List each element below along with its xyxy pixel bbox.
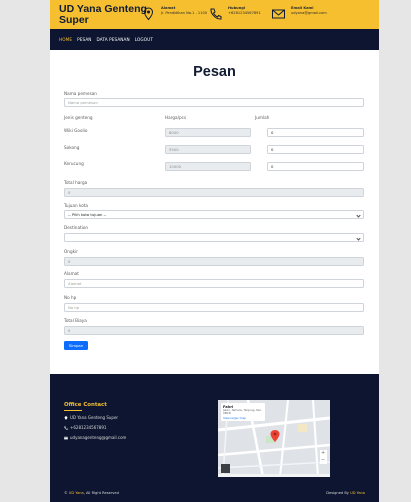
brand-logo[interactable]: UD Yana Genteng Super — [59, 4, 149, 26]
main-nav: Home Pesan Data Pesanan Logout — [59, 37, 153, 42]
tujuan-label: Tujuan kota — [64, 203, 88, 208]
item-name-3: Kerucung — [64, 161, 84, 166]
jenis-header: Jenis genteng — [64, 115, 93, 120]
simpan-button[interactable]: Simpan — [64, 341, 88, 350]
total-harga-label: Total harga — [64, 180, 88, 185]
nama-label: Nama pemesan — [64, 91, 97, 96]
nav-bar: Home Pesan Data Pesanan Logout — [50, 29, 379, 50]
nohp-input[interactable]: No hp — [64, 303, 364, 312]
harga-header: Harga/pcs — [165, 115, 187, 120]
phone-icon — [208, 6, 223, 20]
title-underline — [64, 410, 82, 411]
nav-pesan[interactable]: Pesan — [77, 37, 91, 42]
map-place-address: Jalan, Temera, Tanjung, Kec. ABCD — [223, 408, 263, 416]
ongkir-field: 0 — [64, 257, 364, 266]
map-embed[interactable]: Fahri Jalan, Temera, Tanjung, Kec. ABCD … — [218, 400, 330, 477]
map-zoom-out[interactable]: − — [321, 458, 325, 463]
map-info-card: Fahri Jalan, Temera, Tanjung, Kec. ABCD … — [221, 403, 265, 421]
location-icon — [64, 415, 68, 420]
item-qty-1[interactable]: 0 — [267, 128, 364, 137]
item-price-1: 8000 — [165, 128, 251, 137]
tujuan-select[interactable]: -- Pilih kota tujuan -- — [64, 210, 364, 219]
footer-phone: +6281234567891 — [64, 425, 106, 430]
alamat-input[interactable]: Alamat — [64, 279, 364, 288]
item-qty-2[interactable]: 0 — [267, 145, 364, 154]
total-biaya-label: Total Biaya — [64, 318, 87, 323]
designed-by-brand[interactable]: UD Yana — [350, 491, 365, 495]
top-bar: UD Yana Genteng Super Alamat Jl. Pendidi… — [50, 0, 379, 29]
footer-email: udyanagenteng@gmail.com — [64, 435, 126, 440]
email-text: udyana@gmail.com — [291, 11, 327, 15]
email-icon — [271, 6, 286, 20]
item-name-2: Sokong — [64, 145, 80, 150]
address-text: Jl. Pendidikan No.1 - 1100 — [161, 11, 208, 15]
location-icon — [141, 6, 156, 21]
footer-email-text: udyanagenteng@gmail.com — [70, 435, 127, 440]
nav-home[interactable]: Home — [59, 37, 72, 42]
item-price-3: 10000 — [165, 162, 251, 171]
office-contact-title: Office Contact — [64, 402, 107, 408]
item-name-1: Wiki Goolio — [64, 128, 88, 133]
address-info: Alamat Jl. Pendidikan No.1 - 1100 — [141, 6, 208, 21]
alamat-label: Alamat — [64, 271, 79, 276]
map-larger-link[interactable]: View larger map — [223, 416, 263, 420]
total-harga-field: 0 — [64, 188, 364, 197]
jumlah-header: Jumlah — [255, 115, 270, 120]
copyright: © UD Yana, All Right Reserved — [64, 491, 119, 495]
copyright-brand[interactable]: UD Yana — [69, 491, 84, 495]
phone-info: Hubungi +6281234567891 — [208, 6, 261, 20]
footer-address-text: UD Yana Genteng Super — [70, 415, 119, 420]
item-price-2: 5500 — [165, 145, 251, 154]
nav-data-pesanan[interactable]: Data Pesanan — [97, 37, 130, 42]
copyright-text: All Right Reserved — [85, 491, 119, 495]
nohp-label: No hp — [64, 295, 77, 300]
footer-phone-text: +6281234567891 — [70, 425, 107, 430]
designed-by: Designed By UD Yana — [326, 491, 365, 495]
phone-icon — [64, 425, 68, 430]
email-info: Email Kami udyana@gmail.com — [271, 6, 327, 20]
total-biaya-field: 0 — [64, 326, 364, 335]
page: UD Yana Genteng Super Alamat Jl. Pendidi… — [50, 0, 379, 502]
ongkir-label: Ongkir — [64, 249, 78, 254]
email-icon — [64, 436, 68, 440]
destination-label: Destination — [64, 225, 89, 230]
item-qty-3[interactable]: 0 — [267, 162, 364, 171]
designed-by-text: Designed By — [326, 491, 349, 495]
phone-text: +6281234567891 — [228, 11, 261, 15]
footer: Office Contact UD Yana Genteng Super +62… — [50, 374, 379, 502]
footer-address: UD Yana Genteng Super — [64, 415, 118, 420]
destination-select[interactable] — [64, 233, 364, 242]
page-title: Pesan — [193, 64, 236, 80]
nama-input[interactable]: Nama pemesan — [64, 98, 364, 107]
nav-logout[interactable]: Logout — [135, 37, 153, 42]
map-zoom-in[interactable]: + — [321, 451, 325, 456]
